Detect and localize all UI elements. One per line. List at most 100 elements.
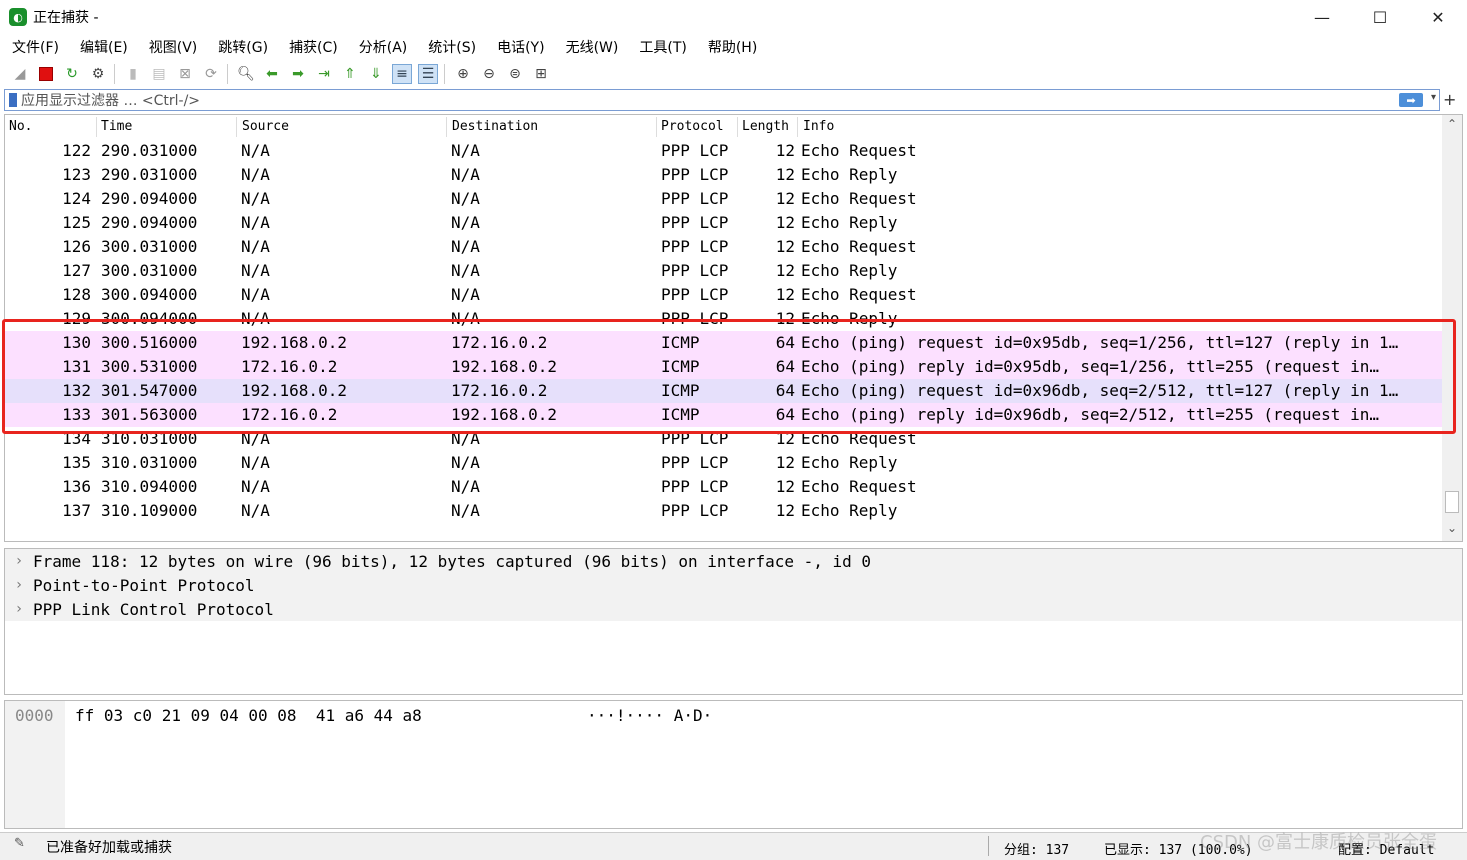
go-back-icon[interactable]: ⬅ [262,64,282,84]
packet-row[interactable]: 123 290.031000 N/A N/A PPP LCP 12 Echo Reply [5,163,1442,187]
packet-cell-info: Echo Request [801,477,917,496]
menu-file[interactable]: 文件(F) [12,37,59,57]
packet-row[interactable]: 135 310.031000 N/A N/A PPP LCP 12 Echo Reply [5,451,1442,475]
packet-list-scrollbar[interactable]: ⌃ ⌄ [1442,115,1462,541]
column-time[interactable]: Time [101,119,132,134]
packet-cell-time: 300.094000 [101,285,198,304]
packet-list[interactable]: No. Time Source Destination Protocol Len… [4,114,1463,542]
menu-statistics[interactable]: 统计(S) [428,37,476,57]
packet-row[interactable]: 133 301.563000 172.16.0.2 192.168.0.2 ICMP 64… [5,403,1442,427]
packet-cell-src: N/A [241,189,270,208]
menu-help[interactable]: 帮助(H) [708,37,757,57]
autoscroll-icon[interactable]: ≡ [392,64,412,84]
packet-cell-info: Echo Request [801,429,917,448]
menu-edit[interactable]: 编辑(E) [80,37,128,57]
save-file-icon[interactable]: ▤ [149,64,169,84]
column-protocol[interactable]: Protocol [661,119,724,134]
packet-cell-src: N/A [241,453,270,472]
packet-row[interactable]: 137 310.109000 N/A N/A PPP LCP 12 Echo Reply [5,499,1442,523]
display-filter-bar[interactable]: 应用显示过滤器 … <Ctrl-/> ➡ ▾ [4,89,1440,111]
window-title: 正在捕获 - [33,10,99,26]
packet-row[interactable]: 127 300.031000 N/A N/A PPP LCP 12 Echo Reply [5,259,1442,283]
apply-filter-button[interactable]: ➡ [1399,93,1423,107]
packet-row[interactable]: 126 300.031000 N/A N/A PPP LCP 12 Echo Request [5,235,1442,259]
close-button[interactable]: ✕ [1409,0,1467,34]
shark-fin-start-icon[interactable]: ◢ [10,64,30,84]
close-file-icon[interactable]: ⊠ [175,64,195,84]
packet-row[interactable]: 125 290.094000 N/A N/A PPP LCP 12 Echo Reply [5,211,1442,235]
packet-details-pane[interactable]: › Frame 118: 12 bytes on wire (96 bits),… [4,548,1463,695]
zoom-in-icon[interactable]: ⊕ [453,64,473,84]
stop-capture-icon[interactable] [36,64,56,84]
expand-chevron-icon[interactable]: › [5,601,33,617]
packet-cell-info: Echo Reply [801,165,898,184]
reload-file-icon[interactable]: ⟳ [201,64,221,84]
bytes-hex[interactable]: ff 03 c0 21 09 04 00 08 41 a6 44 a8 [75,706,422,725]
detail-row-frame[interactable]: › Frame 118: 12 bytes on wire (96 bits),… [5,549,1462,573]
packet-cell-time: 300.094000 [101,309,198,328]
find-packet-icon[interactable]: 🔍︎ [236,64,256,84]
main-toolbar: ◢ ↻ ⚙ ▮ ▤ ⊠ ⟳ 🔍︎ ⬅ ➡ ⇥ ⇑ ⇓ ≡ ☰ ⊕ ⊖ ⊜ ⊞ [0,60,1467,88]
open-file-icon[interactable]: ▮ [123,64,143,84]
packet-row[interactable]: 131 300.531000 172.16.0.2 192.168.0.2 ICMP 64… [5,355,1442,379]
packet-row[interactable]: 122 290.031000 N/A N/A PPP LCP 12 Echo Request [5,139,1442,163]
packet-row[interactable]: 128 300.094000 N/A N/A PPP LCP 12 Echo Request [5,283,1442,307]
zoom-reset-icon[interactable]: ⊜ [505,64,525,84]
packet-row[interactable]: 130 300.516000 192.168.0.2 172.16.0.2 ICMP 64… [5,331,1442,355]
packet-cell-no: 133 [62,405,91,424]
last-packet-icon[interactable]: ⇓ [366,64,386,84]
restart-capture-icon[interactable]: ↻ [62,64,82,84]
zoom-out-icon[interactable]: ⊖ [479,64,499,84]
column-destination[interactable]: Destination [452,119,538,134]
menu-telephony[interactable]: 电话(Y) [497,37,544,57]
packet-cell-src: N/A [241,237,270,256]
detail-row-lcp[interactable]: › PPP Link Control Protocol [5,597,1462,621]
column-no[interactable]: No. [9,119,32,134]
minimize-button[interactable]: — [1293,0,1351,34]
packet-cell-len: 12 [775,261,795,280]
bookmark-icon[interactable] [9,93,17,107]
column-source[interactable]: Source [242,119,289,134]
menu-view[interactable]: 视图(V) [149,37,198,57]
column-info[interactable]: Info [803,119,834,134]
packet-cell-len: 12 [775,309,795,328]
packet-cell-dst: 192.168.0.2 [451,405,557,424]
first-packet-icon[interactable]: ⇑ [340,64,360,84]
packet-cell-no: 134 [62,429,91,448]
menu-tools[interactable]: 工具(T) [639,37,686,57]
column-length[interactable]: Length [742,119,789,134]
packet-row[interactable]: 124 290.094000 N/A N/A PPP LCP 12 Echo Request [5,187,1442,211]
expand-chevron-icon[interactable]: › [5,553,33,569]
go-forward-icon[interactable]: ➡ [288,64,308,84]
chevron-down-icon[interactable]: ▾ [1431,92,1436,103]
menu-analyze[interactable]: 分析(A) [359,37,408,57]
expert-info-icon[interactable]: ✎ [14,836,30,852]
go-to-packet-icon[interactable]: ⇥ [314,64,334,84]
packet-row[interactable]: 134 310.031000 N/A N/A PPP LCP 12 Echo Request [5,427,1442,451]
packet-cell-info: Echo Reply [801,261,898,280]
maximize-button[interactable]: ☐ [1351,0,1409,34]
capture-options-icon[interactable]: ⚙ [88,64,108,84]
expand-chevron-icon[interactable]: › [5,577,33,593]
add-filter-button[interactable]: + [1443,90,1456,109]
bytes-ascii[interactable]: ···!···· A·D· [587,706,712,725]
menu-wireless[interactable]: 无线(W) [566,37,619,57]
packet-cell-proto: ICMP [661,333,700,352]
scroll-down-icon[interactable]: ⌄ [1442,521,1462,539]
packet-cell-info: Echo Reply [801,453,898,472]
menu-go[interactable]: 跳转(G) [218,37,268,57]
packet-cell-src: N/A [241,477,270,496]
menu-capture[interactable]: 捕获(C) [289,37,338,57]
scrollbar-thumb[interactable] [1445,491,1459,513]
packet-row[interactable]: 129 300.094000 N/A N/A PPP LCP 12 Echo Reply [5,307,1442,331]
packet-cell-proto: ICMP [661,381,700,400]
resize-columns-icon[interactable]: ⊞ [531,64,551,84]
detail-row-ppp[interactable]: › Point-to-Point Protocol [5,573,1462,597]
colorize-icon[interactable]: ☰ [418,64,438,84]
packet-row[interactable]: 132 301.547000 192.168.0.2 172.16.0.2 ICMP 64… [5,379,1442,403]
scroll-up-icon[interactable]: ⌃ [1442,117,1462,135]
packet-cell-len: 12 [775,429,795,448]
display-filter-input[interactable]: 应用显示过滤器 … <Ctrl-/> [21,90,200,110]
packet-row[interactable]: 136 310.094000 N/A N/A PPP LCP 12 Echo Request [5,475,1442,499]
packet-bytes-pane[interactable]: 0000 ff 03 c0 21 09 04 00 08 41 a6 44 a8… [4,700,1463,829]
